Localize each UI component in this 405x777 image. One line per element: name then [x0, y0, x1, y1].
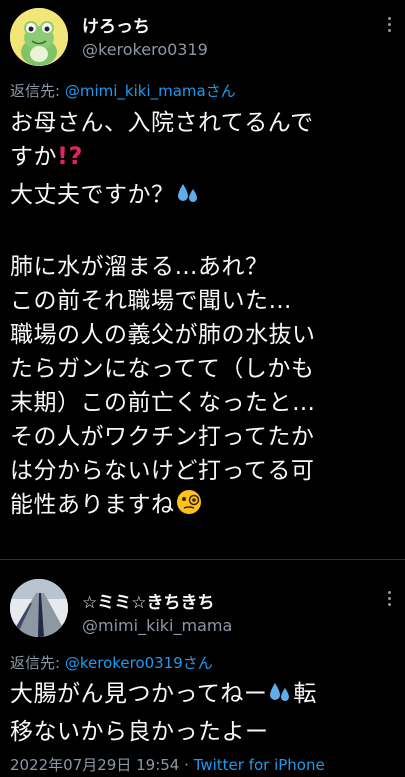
tweet-body: お母さん、入院されてるんで すか!? 大丈夫ですか？ 肺に水が溜まる…あれ？ こ… [10, 106, 393, 526]
text-line: は分からないけど打ってる可 [10, 458, 315, 484]
reply-prefix: 返信先: [10, 654, 65, 672]
road-avatar-icon [10, 579, 68, 637]
meta-separator: · [179, 756, 194, 774]
reply-body: 大腸がん見つかってねー転 移ないから良かったよー [10, 677, 393, 749]
tweet-divider [0, 559, 405, 560]
avatar-frog[interactable] [10, 8, 68, 66]
text-line: 移ないから良かったよー [10, 719, 269, 745]
text-line: 大腸がん見つかってねー [10, 681, 268, 707]
tweet-main[interactable]: けろっち @kerokero0319 返信先: @mimi_kiki_mamaさ… [0, 0, 405, 560]
text-line: すか [10, 144, 57, 170]
source-link[interactable]: Twitter for iPhone [194, 756, 325, 774]
reply-to-line: 返信先: @mimi_kiki_mamaさん [10, 80, 236, 101]
frog-avatar-icon [10, 8, 68, 66]
reply-more-options-icon[interactable] [383, 588, 395, 612]
sweat-drops-icon [267, 679, 293, 715]
text-line: 大丈夫ですか？ [10, 182, 175, 208]
reply-display-name[interactable]: ☆ミミ☆きちきち [82, 588, 214, 613]
text-line: 職場の人の義父が肺の水抜い [10, 322, 316, 348]
exclamation-question-icon: !? [57, 142, 82, 178]
text-line: 末期）この前亡くなったと… [10, 390, 316, 416]
monocle-face-icon [175, 488, 203, 526]
text-line: 転 [293, 681, 317, 707]
reply-user-handle[interactable]: @mimi_kiki_mama [82, 616, 232, 635]
reply-to-line-2: 返信先: @kerokero0319さん [10, 652, 213, 673]
text-line: この前それ職場で聞いた… [10, 288, 292, 314]
sweat-drops-icon [175, 180, 201, 216]
text-line: お母さん、入院されてるんで [10, 110, 314, 136]
text-line: 能性ありますね [10, 492, 175, 518]
reply-prefix: 返信先: [10, 82, 65, 100]
tweet-metadata: 2022年07月29日 19:54 · Twitter for iPhone [10, 754, 325, 775]
more-options-icon[interactable] [383, 14, 395, 38]
svg-text:!?: !? [57, 142, 81, 168]
reply-mention-link[interactable]: @kerokero0319さん [65, 654, 213, 672]
avatar-road[interactable] [10, 579, 68, 637]
text-line: 肺に水が溜まる…あれ？ [10, 254, 269, 280]
text-line: たらガンになってて（しかも [10, 356, 315, 382]
text-line: その人がワクチン打ってたか [10, 424, 315, 450]
reply-mention-link[interactable]: @mimi_kiki_mamaさん [65, 82, 236, 100]
display-name[interactable]: けろっち [82, 12, 150, 37]
user-handle[interactable]: @kerokero0319 [82, 40, 208, 59]
timestamp[interactable]: 2022年07月29日 19:54 [10, 756, 179, 774]
